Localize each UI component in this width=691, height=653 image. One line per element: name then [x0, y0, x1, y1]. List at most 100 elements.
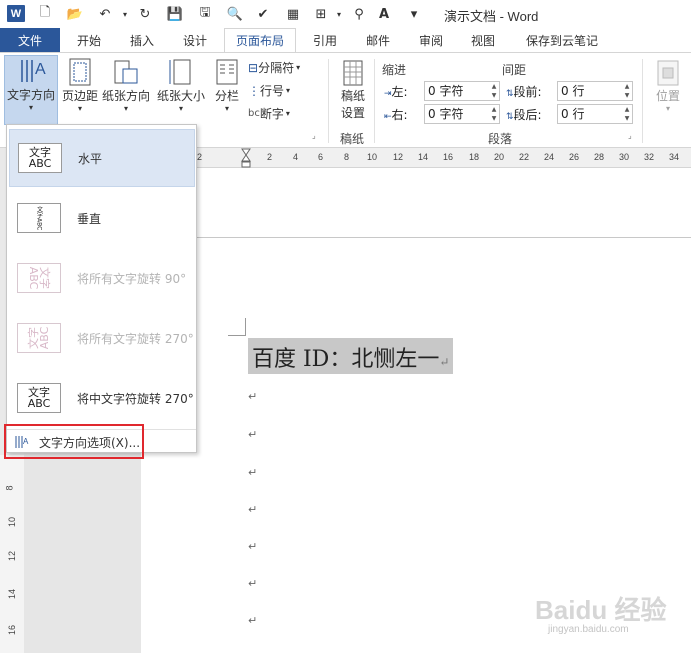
text-direction-label: 文字方向 — [6, 88, 55, 102]
space-after-value: 0 行 — [561, 107, 585, 121]
columns-icon — [216, 59, 238, 85]
more-commands-icon[interactable]: ▾ — [405, 5, 423, 23]
ruler-tick: 16 — [443, 152, 454, 162]
borders-dropdown-icon[interactable]: ▾ — [330, 5, 348, 23]
rotate-chinese-270-icon: 文字 ABC — [17, 383, 61, 413]
indent-marker-icon[interactable] — [241, 148, 251, 168]
tab-home[interactable]: 开始 — [64, 28, 114, 52]
ruler-tick: 8 — [344, 152, 350, 162]
line-numbers-label: 行号 — [260, 84, 285, 98]
space-after-input[interactable]: 0 行 ▲ ▼ — [557, 104, 633, 124]
tab-review[interactable]: 审阅 — [408, 28, 454, 52]
paragraph-mark-icon: ↵ — [248, 466, 258, 479]
indent-right-label: ⇤右: — [384, 108, 408, 122]
indent-right-input[interactable]: 0 字符 ▲ ▼ — [424, 104, 500, 124]
menu-item-rotate-90[interactable]: 文字 ABC 将所有文字旋转 90° — [9, 249, 195, 307]
tab-design[interactable]: 设计 — [170, 28, 220, 52]
ruler-tick: 26 — [569, 152, 580, 162]
horizontal-ruler[interactable]: 2 2 4 6 8 10 12 14 16 18 20 22 24 26 28 … — [197, 148, 691, 168]
line-numbers-button[interactable]: ⋮ 行号 ▾ — [248, 82, 290, 99]
tab-insert[interactable]: 插入 — [116, 28, 168, 52]
draft-paper-label-line1: 稿纸 — [340, 89, 365, 103]
indent-left-spinner-icon[interactable]: ▲ ▼ — [489, 82, 499, 100]
spelling-check-icon[interactable]: ✔ — [254, 5, 272, 23]
table-icon[interactable]: ▦ — [284, 5, 302, 23]
vertical-text-icon: 文字ABC — [17, 203, 61, 233]
open-folder-icon[interactable]: 📂 — [66, 5, 84, 23]
space-before-spinner-icon[interactable]: ▲ ▼ — [622, 82, 632, 100]
breaks-dropdown-icon: ▾ — [296, 63, 301, 72]
columns-button[interactable]: 分栏 ▾ — [210, 57, 244, 125]
tab-view[interactable]: 视图 — [460, 28, 506, 52]
vruler-tick: 8 — [4, 485, 15, 491]
draft-paper-icon — [343, 60, 363, 86]
indent-right-value: 0 字符 — [428, 107, 464, 121]
hyphenation-button[interactable]: bc 断字 ▾ — [248, 105, 290, 122]
ruler-tick: 30 — [619, 152, 630, 162]
menu-item-rotate-270[interactable]: 文字 ABC 将所有文字旋转 270° — [9, 309, 195, 367]
position-button[interactable]: 位置 ▾ — [648, 59, 688, 121]
document-text-line[interactable]: 百度 ID：北恻左一↵ — [248, 338, 454, 374]
draft-paper-button[interactable]: 稿纸 设置 — [336, 59, 370, 120]
paragraph-mark-icon: ↵ — [248, 503, 258, 516]
text-direction-button[interactable]: A 文字方向 ▾ — [4, 55, 58, 125]
redo-icon[interactable]: ↻ — [136, 5, 154, 23]
document-page[interactable] — [141, 168, 691, 653]
ruler-tick: 22 — [519, 152, 530, 162]
paragraph-launcher-icon[interactable]: ⌟ — [628, 131, 632, 140]
undo-dropdown-icon[interactable]: ▾ — [116, 5, 134, 23]
baidu-watermark-url: jingyan.baidu.com — [548, 624, 629, 635]
indent-right-spinner-icon[interactable]: ▲ ▼ — [489, 105, 499, 123]
line-numbers-dropdown-icon: ▾ — [286, 86, 291, 95]
menu-item-rotate-270-label: 将所有文字旋转 270° — [77, 331, 194, 346]
window-title: 演示文档 - Word — [444, 9, 539, 24]
space-after-label: ⇅段后: — [506, 108, 542, 122]
columns-label: 分栏 — [214, 89, 239, 103]
svg-text:A: A — [35, 61, 46, 78]
ruler-tick: 2 — [197, 152, 203, 162]
word-logo-icon: W — [7, 5, 25, 22]
margins-button[interactable]: 页边距 ▾ — [60, 57, 100, 125]
tab-file[interactable]: 文件 — [0, 28, 60, 52]
font-grow-icon[interactable]: A — [375, 5, 393, 23]
hyphenation-label: 断字 — [259, 107, 284, 121]
ribbon-tab-bar: 文件 开始 插入 设计 页面布局 引用 邮件 审阅 视图 保存到云笔记 — [0, 28, 691, 52]
tab-mailings[interactable]: 邮件 — [354, 28, 402, 52]
tab-references[interactable]: 引用 — [302, 28, 348, 52]
page-setup-launcher-icon[interactable]: ⌟ — [312, 131, 316, 140]
vertical-ruler[interactable]: 8 10 12 14 16 — [0, 455, 24, 653]
save-as-icon[interactable]: 🖫 — [196, 5, 214, 23]
ruler-tick: 6 — [318, 152, 324, 162]
print-preview-icon[interactable]: 🔍 — [226, 5, 244, 23]
menu-item-vertical[interactable]: 文字ABC 垂直 — [9, 189, 195, 247]
undo-icon[interactable]: ↶ — [96, 5, 114, 23]
save-icon[interactable]: 💾 — [166, 5, 184, 23]
size-button[interactable]: 纸张大小 ▾ — [154, 57, 208, 125]
tab-page-layout[interactable]: 页面布局 — [224, 28, 296, 52]
borders-icon[interactable]: ⊞ — [312, 5, 330, 23]
space-after-spinner-icon[interactable]: ▲ ▼ — [622, 105, 632, 123]
find-binoculars-icon[interactable]: ⚲ — [350, 5, 368, 23]
new-document-icon[interactable]: 🗋 — [36, 5, 54, 23]
orientation-icon — [114, 60, 138, 84]
menu-item-horizontal[interactable]: 文字 ABC 水平 — [9, 129, 195, 187]
vruler-tick: 16 — [7, 624, 18, 636]
hyphenation-dropdown-icon: ▾ — [285, 109, 290, 118]
breaks-button[interactable]: ⊟ 分隔符 ▾ — [248, 59, 300, 76]
space-before-input[interactable]: 0 行 ▲ ▼ — [557, 81, 633, 101]
draft-group-label: 稿纸 — [340, 132, 365, 146]
paragraph-mark-icon: ↵ — [248, 540, 258, 553]
ruler-tick: 32 — [644, 152, 655, 162]
menu-item-rotate-chinese-270[interactable]: 文字 ABC 将中文字符旋转 270° — [9, 369, 195, 427]
size-label: 纸张大小 — [156, 89, 205, 103]
paragraph-mark-icon: ↵ — [439, 355, 450, 369]
hyphenation-icon: bc — [248, 108, 260, 119]
position-dropdown-icon: ▾ — [665, 104, 670, 113]
orientation-button[interactable]: 纸张方向 ▾ — [100, 57, 152, 125]
ruler-tick: 12 — [393, 152, 404, 162]
indent-left-input[interactable]: 0 字符 ▲ ▼ — [424, 81, 500, 101]
ribbon-separator — [642, 59, 643, 143]
page-break-line — [197, 237, 691, 238]
ruler-tick: 10 — [367, 152, 378, 162]
tab-save-to-cloud-notes[interactable]: 保存到云笔记 — [516, 28, 608, 52]
